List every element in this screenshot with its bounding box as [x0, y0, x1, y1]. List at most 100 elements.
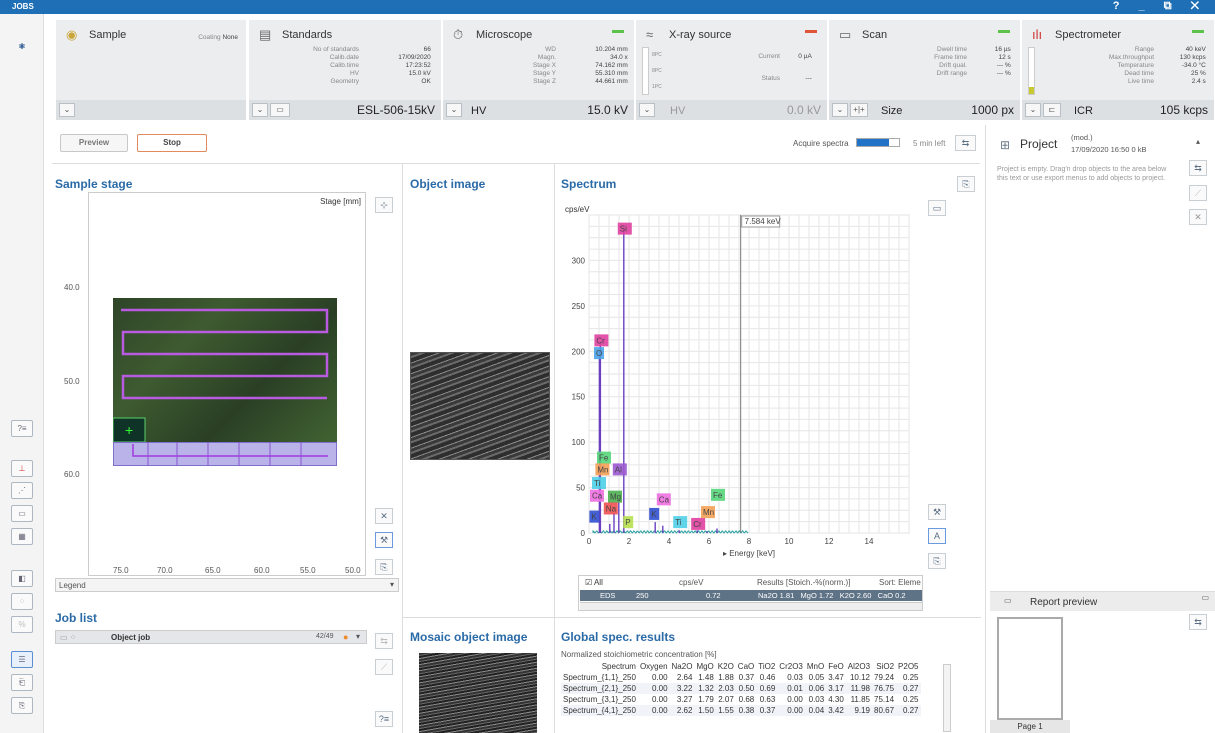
export-icon[interactable]: ⎗	[11, 674, 33, 691]
x-tick-label: 4	[667, 537, 672, 546]
info-row: WD 10.204 mm	[528, 46, 628, 54]
spectrum-chart[interactable]: 0 50 100 150 200 250 300 0 2 4 6 8 10 12 14 ▸ Energy [k…	[555, 200, 915, 570]
column-header[interactable]: CaO	[736, 661, 756, 672]
spectrum-tool-icon[interactable]: ⊥	[11, 460, 33, 477]
column-header[interactable]: Spectrum	[561, 661, 638, 672]
chevron-down-icon[interactable]: ⌄	[252, 103, 268, 117]
element-label: K	[651, 510, 657, 519]
title-bar: JOBS ? _ ⧉ ✕	[0, 0, 1215, 14]
chevron-down-icon[interactable]: ⌄	[639, 103, 655, 117]
all-label: All	[593, 578, 603, 587]
legend-bar[interactable]: Legend ▾	[55, 578, 399, 592]
column-header[interactable]: FeO	[826, 661, 846, 672]
column-header[interactable]: K2O	[716, 661, 736, 672]
table-row[interactable]: Spectrum_{1,1}_250 0.00 2.64 1.48 1.88 0.37 0.…	[561, 672, 921, 683]
job-progress: 42/49	[316, 633, 334, 640]
chevron-down-icon[interactable]: ⌄	[59, 103, 75, 117]
element-label: Ca	[592, 492, 603, 501]
mosaic-image[interactable]	[419, 653, 537, 733]
column-header[interactable]: P2O5	[896, 661, 920, 672]
stop-button[interactable]: Stop	[137, 134, 207, 152]
swap-icon[interactable]: ⇆	[375, 633, 393, 649]
report-title: Report preview	[1030, 597, 1098, 608]
object-image[interactable]	[410, 352, 550, 460]
swap-icon[interactable]: ⇆	[1189, 160, 1207, 176]
gauge-label: 8PC	[652, 68, 662, 74]
table-row[interactable]: Spectrum_{3,1}_250 0.00 3.27 1.79 2.07 0.68 0.…	[561, 694, 921, 705]
wrench-icon[interactable]: ⚒	[375, 532, 393, 548]
table-row[interactable]: Spectrum_{2,1}_250 0.00 3.22 1.32 2.03 0.50 0.…	[561, 683, 921, 694]
element-label: Cr	[693, 520, 702, 529]
column-header[interactable]: TiO2	[756, 661, 777, 672]
gauge-label: 1PC	[652, 84, 662, 90]
point-tool-icon[interactable]: ⋰	[11, 482, 33, 499]
info-row: Frame time 12 s	[917, 54, 1011, 62]
column-header[interactable]: SiO2	[872, 661, 896, 672]
chevron-up-icon[interactable]: ▴	[1196, 137, 1200, 146]
info-row: HV 15.0 kV	[309, 70, 431, 78]
standards-value: ESL-506-15kV	[356, 103, 435, 117]
close-icon[interactable]: ✕	[375, 508, 393, 524]
job-row[interactable]: ▭ ⁘ Object job 42/49 ● ▾	[55, 630, 367, 644]
spectrum-row[interactable]: EDS 250 0.72 Na2O 1.81 MgO 1.72 K2O 2.60…	[580, 590, 922, 601]
export-icon[interactable]: ⎘	[957, 176, 975, 192]
maximize-icon[interactable]: ▭	[1201, 593, 1209, 602]
window-controls[interactable]: ? _ ⧉ ✕	[1113, 0, 1207, 13]
info-key: Dead time	[1124, 70, 1154, 77]
swap-icon[interactable]: ⇆	[1189, 614, 1207, 630]
layer-tool-icon[interactable]: ⁘	[11, 593, 33, 610]
chevron-down-icon[interactable]: ⌄	[1025, 103, 1041, 117]
info-value: 44.661 mm	[595, 78, 628, 85]
table-cell: 0.25	[902, 695, 919, 704]
column-header[interactable]: MgO	[694, 661, 715, 672]
column-header[interactable]: Cr2O3	[777, 661, 805, 672]
status-indicator-error	[805, 30, 817, 33]
element-label: P	[625, 518, 630, 527]
chevron-down-icon[interactable]: ⌄	[832, 103, 848, 117]
x-tick: 60.0	[254, 566, 270, 575]
table-cell: 0.63	[759, 695, 776, 704]
help-icon[interactable]: ?≡	[11, 420, 33, 437]
edit-icon[interactable]: ⟋	[375, 659, 393, 675]
report-icon[interactable]: ⎘	[11, 697, 33, 714]
table-header: Spectrum Oxygen Na2O MgO K2O CaO TiO2 Cr2O3 MnO F…	[561, 661, 921, 672]
swap-icon[interactable]: ⇆	[955, 135, 976, 151]
scan-grid-arrows	[132, 442, 328, 466]
folder-icon[interactable]: ▭	[928, 200, 946, 216]
export-icon[interactable]: ⎘	[928, 553, 946, 569]
wrench-icon[interactable]: ⚒	[928, 504, 946, 520]
col-sort[interactable]: Sort: Eleme	[879, 578, 923, 587]
horizontal-scrollbar[interactable]	[580, 602, 922, 610]
xray-gauge-labels: 8PC 8PC 1PC	[652, 47, 662, 95]
edit-icon[interactable]: ⟋	[1189, 185, 1207, 201]
auto-scale-button[interactable]: A	[928, 528, 946, 544]
calibrate-icon[interactable]: ▭	[270, 103, 290, 117]
chevron-down-icon[interactable]: ⌄	[446, 103, 462, 117]
table-row[interactable]: Spectrum_{4,1}_250 0.00 2.62 1.50 1.55 0.38 0.…	[561, 705, 921, 716]
table-cell: 10.12	[849, 673, 871, 682]
crosshair-icon[interactable]: ⊹	[375, 197, 393, 213]
scan-mode-icon[interactable]: +|+	[850, 103, 868, 117]
spectrometer-mode-icon[interactable]: ⊏	[1043, 103, 1061, 117]
job-list-icon[interactable]: ☰	[11, 651, 33, 668]
spectrum-title: Spectrum	[561, 177, 617, 191]
help-icon[interactable]: ?≡	[375, 711, 393, 727]
preview-button[interactable]: Preview	[60, 134, 128, 152]
xray-info: Current 0 µA Status ---	[740, 46, 812, 90]
column-header[interactable]: MnO	[805, 661, 826, 672]
export-icon[interactable]: ⎘	[375, 559, 393, 575]
close-icon[interactable]: ✕	[1189, 209, 1207, 225]
column-header[interactable]: Na2O	[670, 661, 695, 672]
report-page-thumbnail[interactable]	[997, 617, 1063, 720]
column-header[interactable]: Al2O3	[846, 661, 872, 672]
all-checkbox[interactable]: ☑ All	[585, 578, 603, 587]
vertical-scrollbar[interactable]	[943, 664, 951, 732]
info-row: Stage Z 44.661 mm	[528, 78, 628, 86]
map-tool-icon[interactable]: ▦	[11, 528, 33, 545]
line-tool-icon[interactable]: ▭	[11, 505, 33, 522]
column-header[interactable]: Oxygen	[638, 661, 670, 672]
sample-stage-title: Sample stage	[55, 177, 133, 191]
percent-tool-icon[interactable]: %	[11, 616, 33, 633]
image-tool-icon[interactable]: ◧	[11, 570, 33, 587]
info-key: HV	[349, 70, 359, 77]
